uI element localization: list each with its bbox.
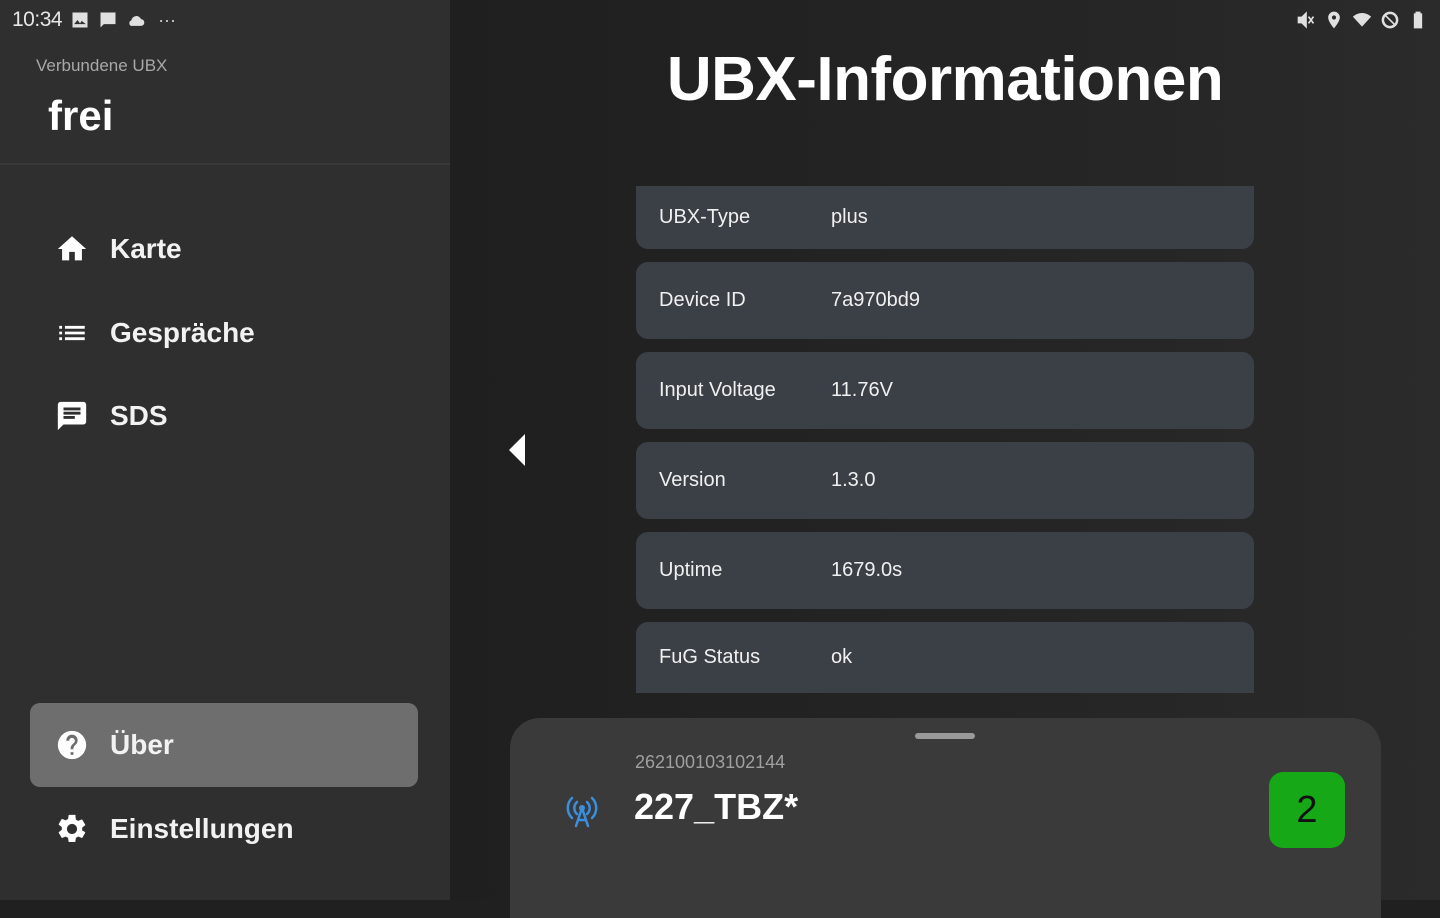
info-row-uptime: Uptime 1679.0s [636, 532, 1254, 609]
sheet-drag-handle[interactable] [915, 733, 975, 739]
info-row-device-id: Device ID 7a970bd9 [636, 262, 1254, 339]
info-row-input-voltage: Input Voltage 11.76V [636, 352, 1254, 429]
status-bar: 10:34 ··· [0, 0, 1440, 40]
info-key: UBX-Type [659, 206, 751, 228]
collapse-drawer-arrow[interactable] [505, 432, 529, 468]
info-value: 7a970bd9 [831, 289, 920, 311]
radio-tower-icon [562, 792, 602, 828]
nav-item-karte[interactable]: Karte [30, 207, 418, 291]
info-value: 11.76V [831, 379, 893, 401]
info-row-ubx-type: UBX-Type plus [636, 186, 1254, 249]
info-key: Device ID [659, 289, 746, 311]
list-icon [54, 315, 90, 351]
info-key: Version [659, 469, 726, 491]
chat-icon [54, 398, 90, 434]
nav-item-gespraeche[interactable]: Gespräche [30, 291, 418, 375]
nav-item-einstellungen[interactable]: Einstellungen [30, 787, 418, 871]
bottom-sheet[interactable]: 262100103102144 227_TBZ* 2 [510, 718, 1381, 918]
status-overflow: ··· [158, 9, 177, 30]
connected-ubx-value: frei [48, 92, 114, 139]
image-icon [70, 10, 90, 30]
nav-item-sds[interactable]: SDS [30, 374, 418, 458]
talkgroup-name: 227_TBZ* [634, 786, 799, 827]
location-icon [1324, 10, 1344, 30]
nav-item-label: Karte [110, 233, 182, 264]
home-icon [54, 231, 90, 267]
info-row-fug-status: FuG Status ok [636, 622, 1254, 693]
navigation-drawer: Verbundene UBX frei Karte Gespräche SDS … [0, 0, 450, 900]
talkgroup-id: 262100103102144 [635, 752, 786, 772]
nav-item-ueber[interactable]: Über [30, 703, 418, 787]
wifi-icon [1352, 10, 1372, 30]
nav-item-label: SDS [110, 400, 168, 431]
status-bar-right [1296, 10, 1428, 30]
info-key: Uptime [659, 559, 723, 581]
info-value: 1.3.0 [831, 469, 876, 491]
nav-item-label: Über [110, 729, 174, 760]
page-title: UBX-Informationen [666, 45, 1224, 114]
status-badge: 2 [1269, 772, 1345, 848]
nav-item-label: Gespräche [110, 317, 255, 348]
info-value: plus [831, 206, 868, 228]
battery-icon [1408, 10, 1428, 30]
connected-ubx-label: Verbundene UBX [36, 56, 168, 75]
info-key: FuG Status [659, 646, 761, 668]
nav-item-label: Einstellungen [110, 813, 294, 844]
cloud-icon [126, 10, 146, 30]
info-row-version: Version 1.3.0 [636, 442, 1254, 519]
arrow-left-icon [509, 434, 525, 466]
info-key: Input Voltage [659, 379, 776, 401]
status-time: 10:34 [12, 8, 63, 31]
dnd-icon [1380, 10, 1400, 30]
status-bar-left: 10:34 ··· [12, 8, 176, 32]
mute-icon [1296, 10, 1316, 30]
info-value: ok [831, 646, 853, 668]
message-icon [98, 10, 118, 30]
info-value: 1679.0s [831, 559, 903, 581]
help-icon [54, 727, 90, 763]
gear-icon [54, 811, 90, 847]
